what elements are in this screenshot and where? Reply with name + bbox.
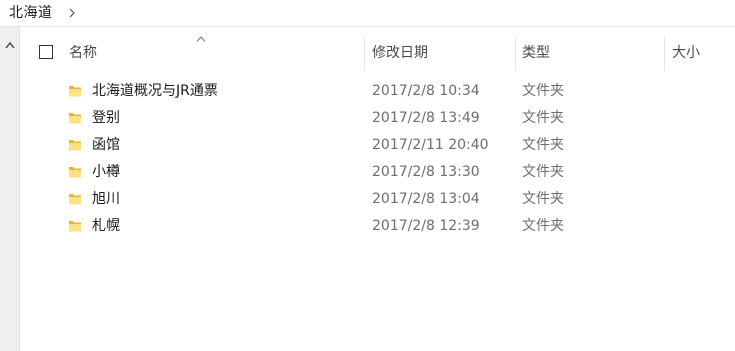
folder-icon [69, 221, 81, 232]
list-item[interactable]: 北海道概况与JR通票 2017/2/8 10:34 文件夹 [20, 78, 735, 105]
folder-icon [69, 194, 81, 205]
item-type: 文件夹 [522, 164, 564, 180]
column-header-name[interactable]: 名称 [69, 27, 97, 71]
folder-icon [69, 86, 81, 97]
list-item[interactable]: 函馆 2017/2/11 20:40 文件夹 [20, 132, 735, 159]
item-name: 札幌 [92, 218, 120, 234]
item-name: 旭川 [92, 191, 120, 207]
column-divider[interactable] [664, 37, 665, 71]
breadcrumb-item-current[interactable]: 北海道 [9, 0, 53, 27]
column-divider[interactable] [515, 37, 516, 71]
file-list: 北海道概况与JR通票 2017/2/8 10:34 文件夹 登别 2017/2/… [20, 78, 735, 240]
folder-icon [69, 167, 81, 178]
scroll-up-arrow-icon[interactable] [3, 38, 17, 52]
item-name: 北海道概况与JR通票 [92, 83, 218, 99]
column-header: 名称 修改日期 类型 大小 [20, 27, 735, 71]
item-date-modified: 2017/2/8 13:49 [372, 110, 480, 126]
item-type: 文件夹 [522, 191, 564, 207]
item-type: 文件夹 [522, 110, 564, 126]
column-header-size[interactable]: 大小 [672, 27, 700, 71]
list-item[interactable]: 小樽 2017/2/8 13:30 文件夹 [20, 159, 735, 186]
list-item[interactable]: 札幌 2017/2/8 12:39 文件夹 [20, 213, 735, 240]
folder-icon [69, 140, 81, 151]
item-type: 文件夹 [522, 83, 564, 99]
item-date-modified: 2017/2/8 13:30 [372, 164, 480, 180]
item-date-modified: 2017/2/11 20:40 [372, 137, 489, 153]
list-item[interactable]: 登别 2017/2/8 13:49 文件夹 [20, 105, 735, 132]
sort-ascending-caret-icon [196, 36, 206, 42]
breadcrumb: 北海道 [0, 0, 735, 27]
folder-icon [69, 113, 81, 124]
column-divider[interactable] [364, 37, 365, 71]
item-type: 文件夹 [522, 218, 564, 234]
item-date-modified: 2017/2/8 12:39 [372, 218, 480, 234]
item-date-modified: 2017/2/8 10:34 [372, 83, 480, 99]
item-type: 文件夹 [522, 137, 564, 153]
item-name: 函馆 [92, 137, 120, 153]
file-explorer-window: 北海道 名称 修改日期 类型 大小 北海道概况与JR通票 2017/2/8 10… [0, 0, 735, 351]
item-name: 登别 [92, 110, 120, 126]
list-item[interactable]: 旭川 2017/2/8 13:04 文件夹 [20, 186, 735, 213]
select-all-checkbox[interactable] [39, 45, 53, 59]
chevron-right-icon[interactable] [67, 8, 77, 18]
column-header-type[interactable]: 类型 [522, 27, 550, 71]
item-date-modified: 2017/2/8 13:04 [372, 191, 480, 207]
item-name: 小樽 [92, 164, 120, 180]
column-header-date-modified[interactable]: 修改日期 [372, 27, 428, 71]
navigation-pane-scrollbar[interactable] [0, 27, 20, 351]
